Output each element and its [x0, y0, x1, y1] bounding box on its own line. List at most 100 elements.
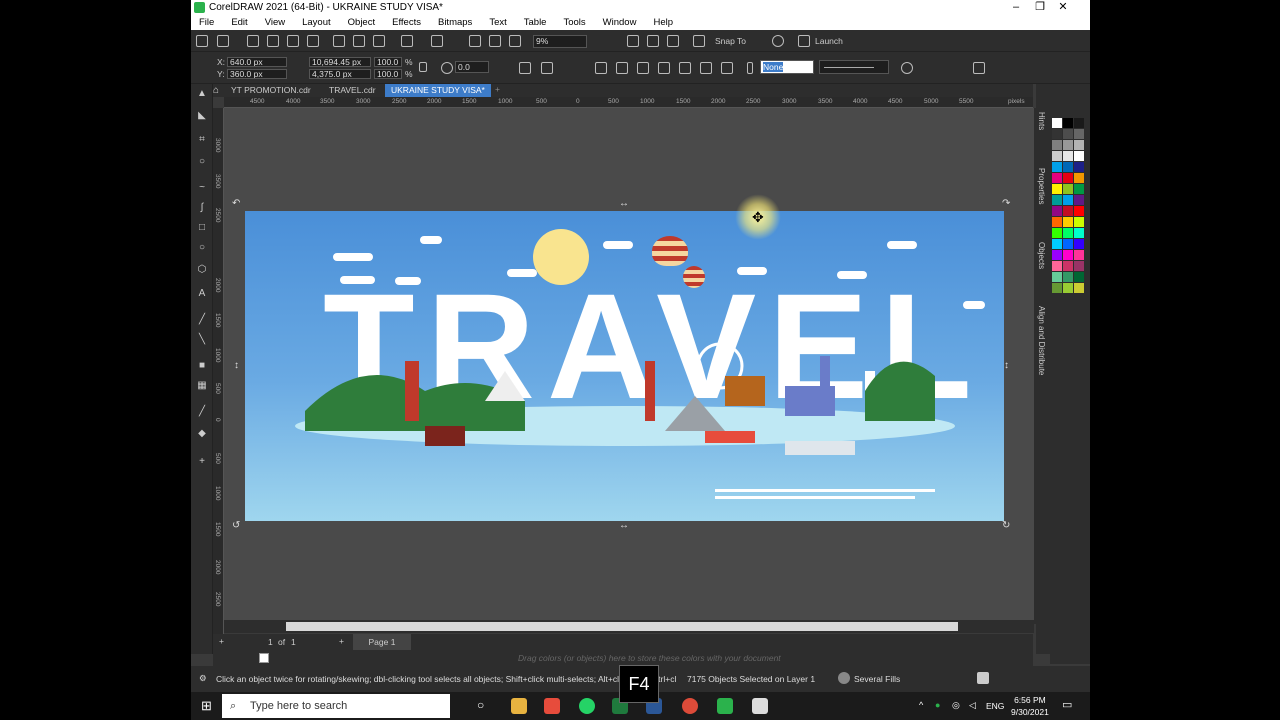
- scale-y-field[interactable]: 100.0: [374, 69, 402, 79]
- palette-swatch[interactable]: [1074, 283, 1084, 293]
- snap-icon[interactable]: [693, 35, 705, 47]
- palette-swatch[interactable]: [1063, 283, 1073, 293]
- rotate-handle-bottom-left[interactable]: ↺: [232, 520, 240, 531]
- freehand-tool-icon[interactable]: ~: [196, 182, 208, 194]
- full-screen-icon[interactable]: [627, 35, 639, 47]
- palette-swatch[interactable]: [1063, 129, 1073, 139]
- combine-icon[interactable]: [595, 62, 607, 74]
- skew-handle-right[interactable]: ↕: [1004, 360, 1009, 371]
- notifications-icon[interactable]: ▭: [1062, 698, 1072, 711]
- horizontal-scrollbar[interactable]: [224, 620, 1034, 633]
- palette-swatch[interactable]: [1052, 118, 1062, 128]
- palette-swatch[interactable]: [1063, 151, 1073, 161]
- docker-tab-hints[interactable]: Hints: [1037, 112, 1046, 130]
- home-icon[interactable]: ⌂: [213, 85, 219, 96]
- tab-yt-promotion[interactable]: YT PROMOTION.cdr: [225, 84, 317, 97]
- print-icon[interactable]: [307, 35, 319, 47]
- launch-icon[interactable]: [798, 35, 810, 47]
- menu-layout[interactable]: Layout: [294, 17, 340, 28]
- file-explorer-icon[interactable]: [511, 698, 527, 714]
- palette-swatch[interactable]: [1052, 195, 1062, 205]
- palette-swatch[interactable]: [1074, 217, 1084, 227]
- skew-handle-bottom[interactable]: ↔: [619, 520, 629, 531]
- palette-swatch[interactable]: [1074, 195, 1084, 205]
- add-page-after-icon[interactable]: +: [339, 636, 344, 646]
- new-tab-button[interactable]: +: [495, 84, 500, 94]
- rotation-field[interactable]: 0.0: [455, 61, 489, 73]
- minimize-button[interactable]: –: [1005, 0, 1027, 15]
- rotate-handle-bottom-right[interactable]: ↻: [1002, 520, 1010, 531]
- cut-icon[interactable]: [333, 35, 345, 47]
- palette-swatch[interactable]: [1052, 206, 1062, 216]
- cloud-icon[interactable]: [267, 35, 279, 47]
- palette-swatch[interactable]: [1074, 239, 1084, 249]
- palette-swatch[interactable]: [1052, 184, 1062, 194]
- launch-dropdown[interactable]: Launch: [815, 36, 843, 46]
- tray-chevron-icon[interactable]: ^: [919, 700, 923, 710]
- copy-icon[interactable]: [353, 35, 365, 47]
- palette-swatch[interactable]: [1074, 151, 1084, 161]
- menu-table[interactable]: Table: [516, 17, 556, 28]
- palette-swatch[interactable]: [1074, 206, 1084, 216]
- add-tool-icon[interactable]: +: [196, 456, 208, 468]
- palette-swatch[interactable]: [1074, 129, 1084, 139]
- close-button[interactable]: ✕: [1052, 0, 1074, 15]
- grid-icon[interactable]: [647, 35, 659, 47]
- y-position-field[interactable]: 360.0 px: [227, 69, 287, 79]
- docker-tab-objects[interactable]: Objects: [1037, 242, 1046, 269]
- network-icon[interactable]: ◎: [952, 700, 960, 711]
- zoom-level-select[interactable]: 9%: [533, 35, 587, 48]
- redo-icon[interactable]: [431, 35, 443, 47]
- palette-swatch[interactable]: [1052, 140, 1062, 150]
- artistic-media-icon[interactable]: ∫: [196, 202, 208, 214]
- palette-swatch[interactable]: [1052, 272, 1062, 282]
- menu-object[interactable]: Object: [340, 17, 384, 28]
- tray-app-icon[interactable]: ●: [935, 700, 940, 710]
- menu-text[interactable]: Text: [481, 17, 515, 28]
- x-position-field[interactable]: 640.0 px: [227, 57, 287, 67]
- eyedropper-icon[interactable]: ╱: [196, 406, 208, 418]
- palette-swatch[interactable]: [1074, 118, 1084, 128]
- palette-swatch[interactable]: [1052, 283, 1062, 293]
- parallel-dimension-icon[interactable]: ╱: [196, 314, 208, 326]
- menu-tools[interactable]: Tools: [555, 17, 594, 28]
- polygon-tool-icon[interactable]: ⬡: [196, 264, 208, 276]
- palette-swatch[interactable]: [1063, 118, 1073, 128]
- new-document-icon[interactable]: [196, 35, 208, 47]
- system-clock[interactable]: 6:56 PM 9/30/2021: [1011, 694, 1049, 718]
- palette-swatch[interactable]: [1063, 239, 1073, 249]
- palette-swatch[interactable]: [1063, 140, 1073, 150]
- scale-x-field[interactable]: 100.0: [374, 57, 402, 67]
- palette-swatch[interactable]: [1052, 228, 1062, 238]
- palette-swatch[interactable]: [1052, 173, 1062, 183]
- open-icon[interactable]: [217, 35, 229, 47]
- palette-swatch[interactable]: [1052, 239, 1062, 249]
- palette-swatch[interactable]: [1074, 272, 1084, 282]
- width-field[interactable]: 10,694.45 px: [309, 57, 371, 67]
- mirror-vertical-icon[interactable]: [541, 62, 553, 74]
- rotate-handle-top-right[interactable]: ↷: [1002, 198, 1010, 209]
- menu-help[interactable]: Help: [645, 17, 682, 28]
- tab-travel[interactable]: TRAVEL.cdr: [323, 84, 382, 97]
- palette-swatch[interactable]: [1052, 217, 1062, 227]
- menu-effects[interactable]: Effects: [384, 17, 430, 28]
- palette-swatch[interactable]: [1074, 140, 1084, 150]
- menu-edit[interactable]: Edit: [223, 17, 256, 28]
- maximize-button[interactable]: ❐: [1029, 0, 1051, 15]
- menu-file[interactable]: File: [191, 17, 223, 28]
- transparency-icon[interactable]: ▦: [196, 380, 208, 392]
- add-page-before-icon[interactable]: +: [219, 636, 224, 646]
- palette-swatch[interactable]: [1074, 228, 1084, 238]
- intersect-icon[interactable]: [658, 62, 670, 74]
- shape-tool-icon[interactable]: ◣: [196, 110, 208, 122]
- rulers-icon[interactable]: [667, 35, 679, 47]
- palette-swatch[interactable]: [1074, 173, 1084, 183]
- palette-swatch[interactable]: [1074, 261, 1084, 271]
- connector-tool-icon[interactable]: ╲: [196, 334, 208, 346]
- windows-start-icon[interactable]: ⊞: [201, 698, 212, 714]
- palette-swatch[interactable]: [1052, 162, 1062, 172]
- export-icon[interactable]: [489, 35, 501, 47]
- rotate-handle-top-left[interactable]: ↶: [232, 198, 240, 209]
- paste-icon[interactable]: [373, 35, 385, 47]
- pick-tool-icon[interactable]: ▲: [196, 88, 208, 100]
